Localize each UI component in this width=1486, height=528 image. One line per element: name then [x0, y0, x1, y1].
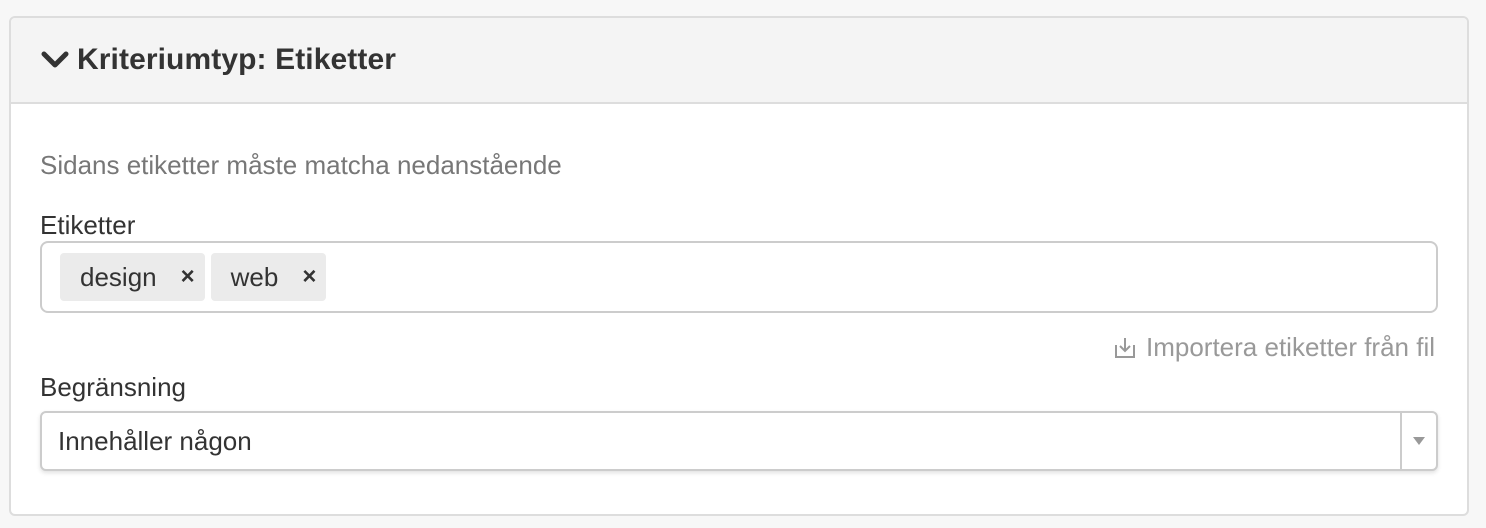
tag-chip: web × — [210, 253, 327, 301]
import-icon — [1113, 336, 1137, 360]
limit-field-label: Begränsning — [40, 372, 186, 402]
panel-title: Kriteriumtyp: Etiketter — [77, 43, 397, 76]
tag-label: design — [80, 261, 157, 292]
import-link-label: Importera etiketter från fil — [1146, 332, 1435, 362]
tag-remove-button[interactable]: × — [181, 265, 195, 289]
panel-body: Sidans etiketter måste matcha nedanståen… — [11, 104, 1467, 514]
panel-header[interactable]: Kriteriumtyp: Etiketter — [11, 18, 1467, 104]
tag-chip: design × — [60, 253, 205, 301]
tag-label: web — [230, 261, 279, 292]
limit-select-value: Innehåller någon — [58, 425, 252, 456]
chevron-down-icon[interactable] — [41, 49, 69, 71]
tags-field-label: Etiketter — [40, 210, 136, 240]
limit-select[interactable]: Innehåller någon — [40, 411, 1438, 471]
caret-down-icon[interactable] — [1402, 413, 1436, 469]
import-tags-link[interactable]: Importera etiketter från fil — [1113, 332, 1435, 363]
criterion-panel: Kriteriumtyp: Etiketter Sidans etiketter… — [9, 16, 1469, 516]
help-text: Sidans etiketter måste matcha nedanståen… — [40, 150, 562, 180]
tags-input[interactable]: design × web × — [40, 241, 1438, 313]
tag-remove-button[interactable]: × — [302, 265, 316, 289]
